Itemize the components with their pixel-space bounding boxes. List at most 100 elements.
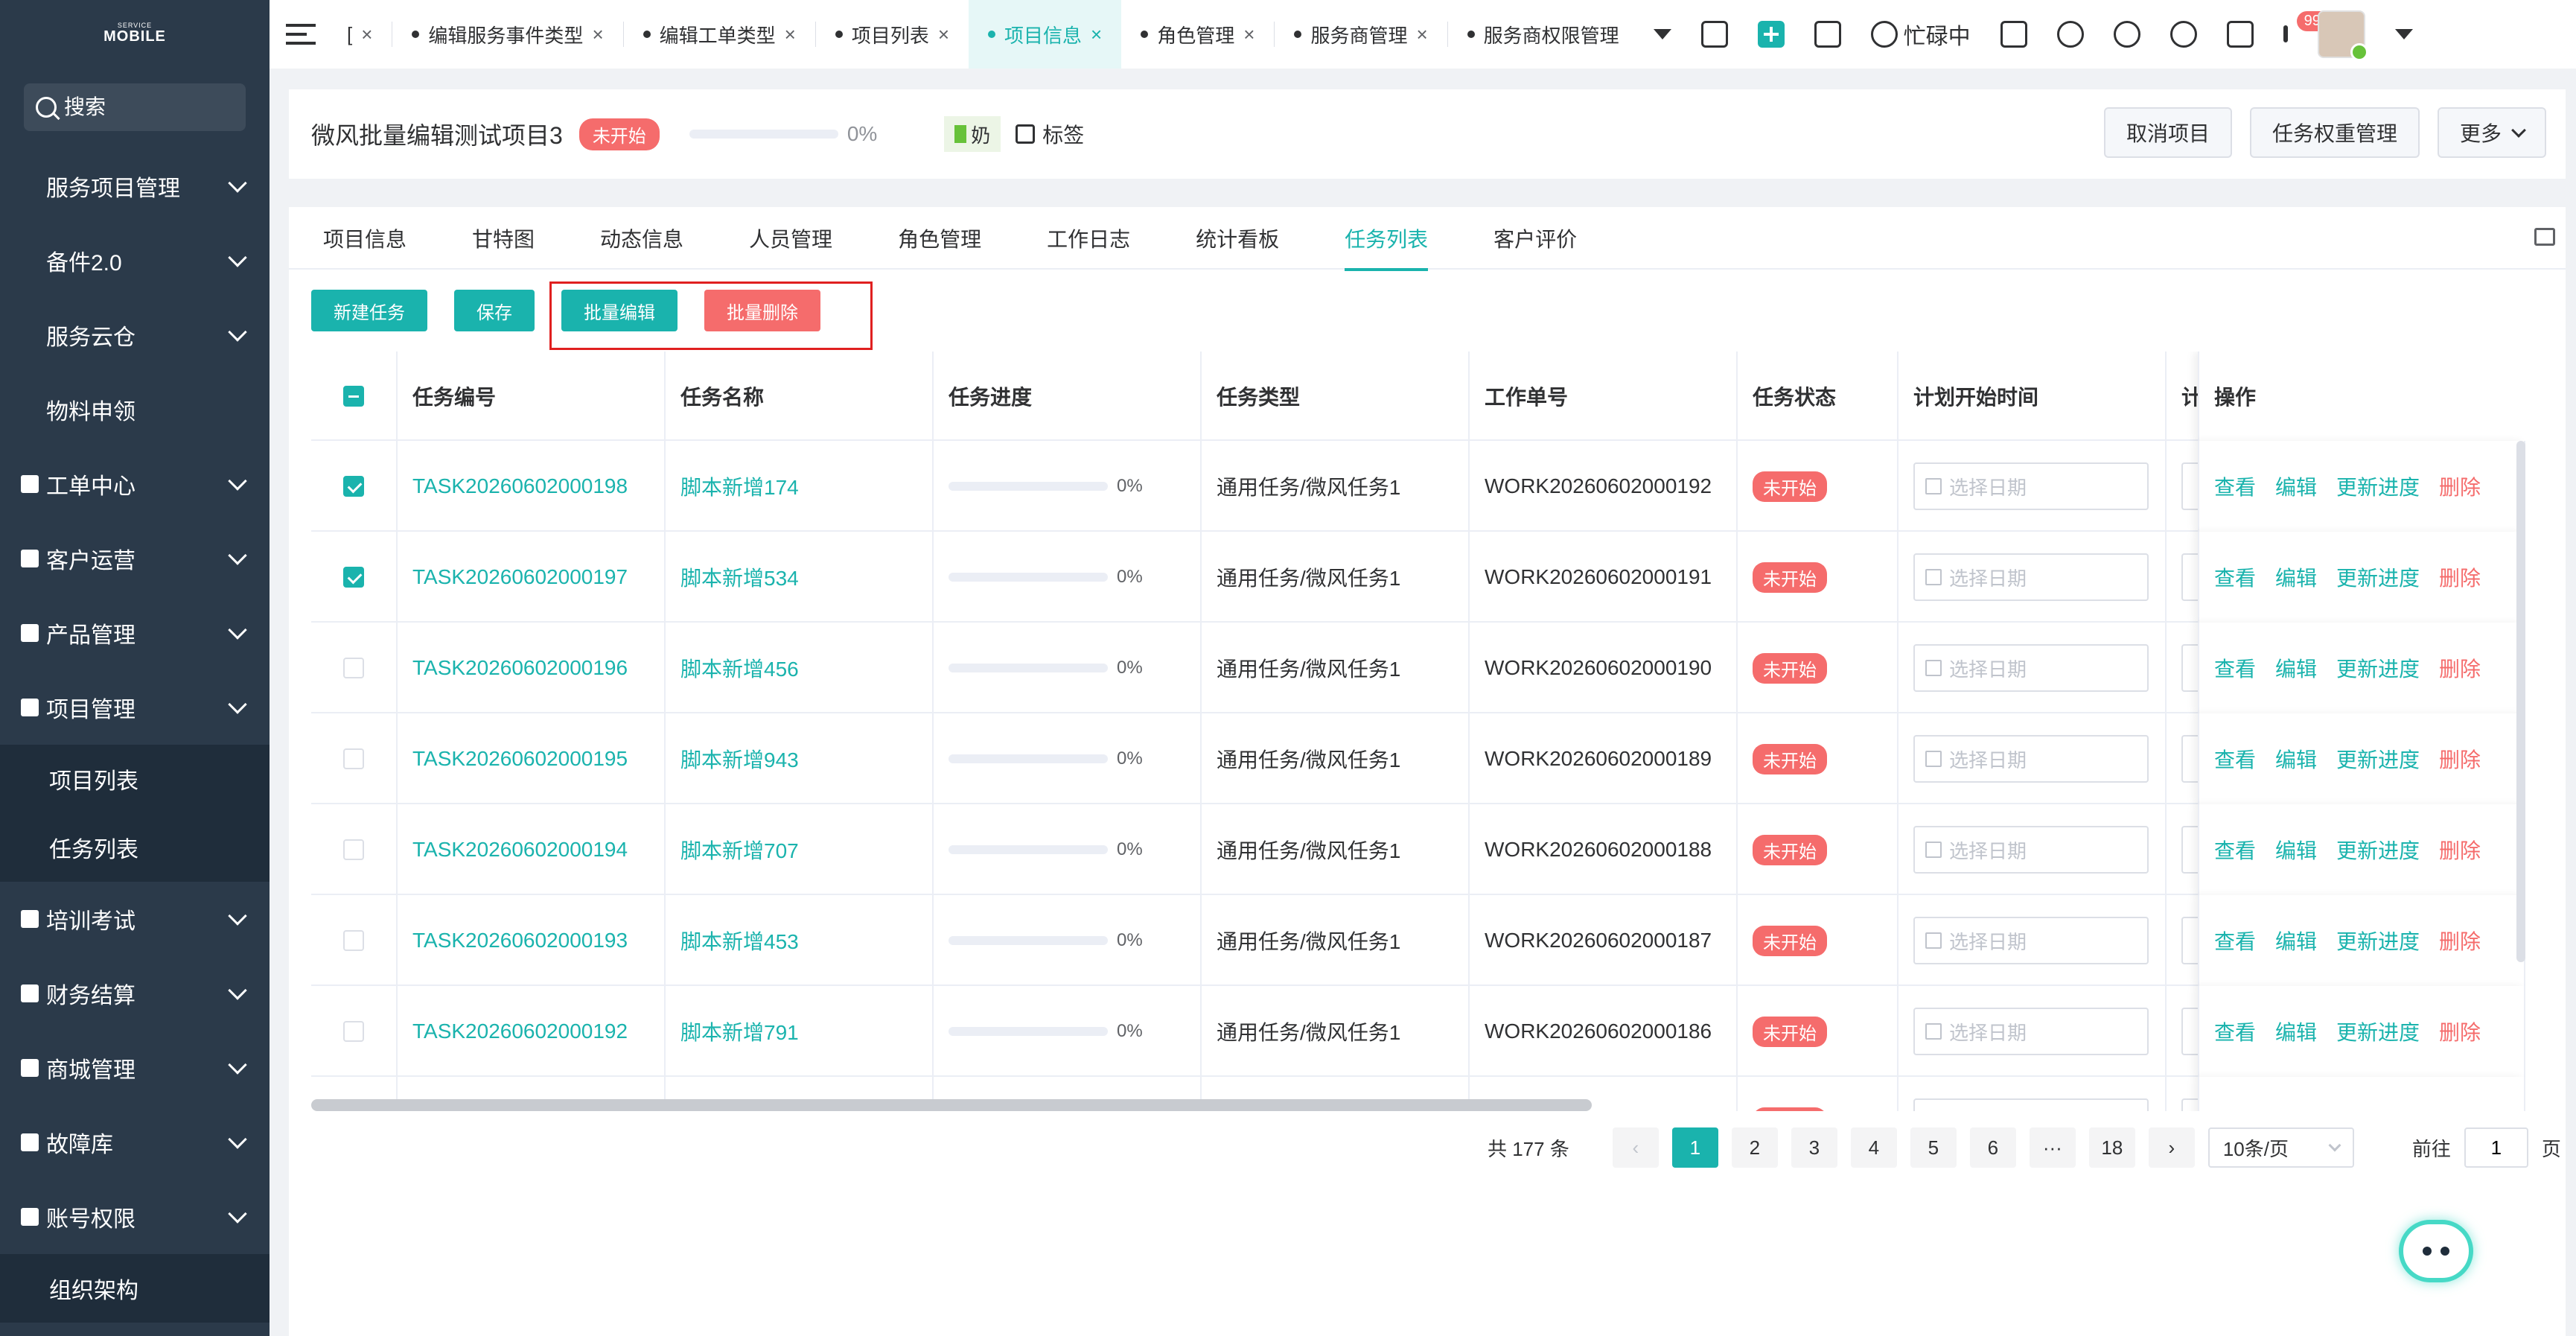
new-task-button[interactable]: 新建任务 bbox=[311, 290, 427, 331]
delete-button[interactable]: 删除 bbox=[2439, 562, 2481, 592]
update-progress-button[interactable]: 更新进度 bbox=[2336, 653, 2420, 683]
tabs-dropdown-icon[interactable] bbox=[1653, 29, 1671, 39]
sidebar-subitem[interactable]: 任务列表 bbox=[0, 813, 270, 882]
task-name-link[interactable]: 脚本新增791 bbox=[680, 1017, 799, 1046]
cloud-download-icon[interactable] bbox=[2169, 21, 2197, 48]
delete-button[interactable]: 删除 bbox=[2439, 744, 2481, 774]
view-button[interactable]: 查看 bbox=[2214, 1017, 2256, 1046]
sidebar-item[interactable]: 服务云仓 bbox=[0, 298, 270, 372]
update-progress-button[interactable]: 更新进度 bbox=[2336, 1017, 2420, 1046]
view-button[interactable]: 查看 bbox=[2214, 926, 2256, 955]
top-tab[interactable]: 服务商权限管理 bbox=[1448, 0, 1639, 69]
close-icon[interactable]: × bbox=[785, 23, 796, 46]
view-button[interactable]: 查看 bbox=[2214, 562, 2256, 592]
sidebar-item[interactable]: 客户运营 bbox=[0, 521, 270, 596]
top-tab[interactable]: 项目列表 × bbox=[816, 0, 969, 69]
task-number-link[interactable]: TASK20260602000194 bbox=[412, 838, 628, 862]
row-checkbox[interactable] bbox=[343, 567, 364, 588]
row-checkbox[interactable] bbox=[343, 476, 364, 497]
subtab-item[interactable]: 工作日志 bbox=[1047, 207, 1130, 270]
subtab-item[interactable]: 动态信息 bbox=[600, 207, 683, 270]
task-name-link[interactable]: 脚本新增174 bbox=[680, 471, 799, 501]
plan-start-date-input[interactable]: 选择日期 bbox=[1913, 1008, 2149, 1055]
select-all-checkbox[interactable] bbox=[343, 386, 364, 407]
task-number-link[interactable]: TASK20260602000192 bbox=[412, 1020, 628, 1043]
plan-start-date-input[interactable]: 选择日期 bbox=[1913, 462, 2149, 510]
plan-start-date-input[interactable]: 选择日期 bbox=[1913, 553, 2149, 601]
update-progress-button[interactable]: 更新进度 bbox=[2336, 471, 2420, 501]
plan-start-date-input[interactable]: 选择日期 bbox=[1913, 644, 2149, 692]
project-mini-tag[interactable]: 奶 bbox=[944, 116, 1001, 152]
delete-button[interactable]: 删除 bbox=[2439, 1017, 2481, 1046]
subtab-item[interactable]: 任务列表 bbox=[1345, 207, 1429, 271]
update-progress-button[interactable]: 更新进度 bbox=[2336, 744, 2420, 774]
tabs-menu-icon[interactable] bbox=[1700, 21, 1728, 48]
subtab-item[interactable]: 甘特图 bbox=[472, 207, 535, 270]
prev-page-button[interactable]: ‹ bbox=[1612, 1127, 1659, 1168]
inbox-icon[interactable] bbox=[2226, 21, 2254, 48]
sidebar-item[interactable]: 财务结算 bbox=[0, 956, 270, 1031]
page-button[interactable]: 3 bbox=[1791, 1127, 1837, 1168]
horizontal-scrollbar[interactable] bbox=[311, 1099, 1592, 1111]
row-checkbox[interactable] bbox=[343, 930, 364, 951]
terminal-icon[interactable] bbox=[1814, 21, 1841, 48]
sidebar-search[interactable] bbox=[24, 83, 246, 131]
plan-start-date-input[interactable]: 选择日期 bbox=[1913, 917, 2149, 964]
edit-button[interactable]: 编辑 bbox=[2275, 653, 2317, 683]
edit-button[interactable]: 编辑 bbox=[2275, 1017, 2317, 1046]
close-icon[interactable]: × bbox=[361, 23, 372, 46]
close-icon[interactable]: × bbox=[938, 23, 949, 46]
column-settings-icon[interactable] bbox=[2534, 228, 2555, 246]
task-name-link[interactable]: 脚本新增534 bbox=[680, 562, 799, 592]
subtab-item[interactable]: 客户评价 bbox=[1493, 207, 1577, 270]
view-button[interactable]: 查看 bbox=[2214, 744, 2256, 774]
user-status[interactable]: 忙碌中 bbox=[1870, 18, 1971, 51]
sidebar-item[interactable]: 服务项目管理 bbox=[0, 149, 270, 223]
edit-button[interactable]: 编辑 bbox=[2275, 744, 2317, 774]
tag-icon[interactable] bbox=[1016, 124, 1036, 144]
user-menu-chevron-icon[interactable] bbox=[2394, 29, 2413, 39]
save-button[interactable]: 保存 bbox=[454, 290, 535, 331]
task-name-link[interactable]: 脚本新增943 bbox=[680, 744, 799, 774]
delete-button[interactable]: 删除 bbox=[2439, 653, 2481, 683]
page-button[interactable]: 1 bbox=[1671, 1127, 1718, 1168]
collapse-menu-icon[interactable] bbox=[286, 24, 316, 45]
close-icon[interactable]: × bbox=[1091, 23, 1102, 46]
avatar[interactable] bbox=[2317, 10, 2368, 61]
view-button[interactable]: 查看 bbox=[2214, 1107, 2256, 1111]
sidebar-subitem[interactable]: 项目列表 bbox=[0, 745, 270, 813]
update-progress-button[interactable]: 更新进度 bbox=[2336, 926, 2420, 955]
page-button[interactable]: 6 bbox=[1969, 1127, 2016, 1168]
more-button[interactable]: 更多 bbox=[2437, 107, 2546, 158]
top-tab[interactable]: 编辑工单类型 × bbox=[624, 0, 815, 69]
goto-page-input[interactable] bbox=[2464, 1127, 2528, 1168]
view-button[interactable]: 查看 bbox=[2214, 835, 2256, 865]
sidebar-subitem[interactable]: 组织架构 bbox=[0, 1254, 270, 1323]
task-name-link[interactable]: 脚本新增453 bbox=[680, 926, 799, 955]
sidebar-item[interactable]: 账号权限 bbox=[0, 1180, 270, 1254]
edit-button[interactable]: 编辑 bbox=[2275, 835, 2317, 865]
task-number-link[interactable]: TASK20260602000198 bbox=[412, 474, 628, 498]
page-button[interactable]: 18 bbox=[2088, 1127, 2135, 1168]
update-progress-button[interactable]: 更新进度 bbox=[2336, 835, 2420, 865]
help-icon[interactable] bbox=[2056, 21, 2084, 48]
delete-button[interactable]: 删除 bbox=[2439, 926, 2481, 955]
top-tab[interactable]: 角色管理 × bbox=[1121, 0, 1274, 69]
sidebar-item[interactable]: 商城管理 bbox=[0, 1031, 270, 1105]
top-tab[interactable]: 项目信息 × bbox=[969, 0, 1122, 69]
sidebar-search-input[interactable] bbox=[64, 95, 213, 119]
delete-button[interactable]: 删除 bbox=[2439, 835, 2481, 865]
skin-icon[interactable] bbox=[2113, 21, 2140, 48]
view-button[interactable]: 查看 bbox=[2214, 471, 2256, 501]
close-icon[interactable]: × bbox=[1416, 23, 1427, 46]
task-number-link[interactable]: TASK20260602000193 bbox=[412, 929, 628, 952]
update-progress-button[interactable]: 更新进度 bbox=[2336, 1107, 2420, 1111]
next-page-button[interactable]: › bbox=[2148, 1127, 2195, 1168]
close-icon[interactable]: × bbox=[1243, 23, 1254, 46]
plan-start-date-input[interactable]: 选择日期 bbox=[1913, 1098, 2149, 1111]
page-button[interactable]: 2 bbox=[1731, 1127, 1778, 1168]
subtab-item[interactable]: 角色管理 bbox=[898, 207, 981, 270]
plan-start-date-input[interactable]: 选择日期 bbox=[1913, 826, 2149, 874]
row-checkbox[interactable] bbox=[343, 658, 364, 678]
task-number-link[interactable]: TASK20260602000195 bbox=[412, 747, 628, 771]
